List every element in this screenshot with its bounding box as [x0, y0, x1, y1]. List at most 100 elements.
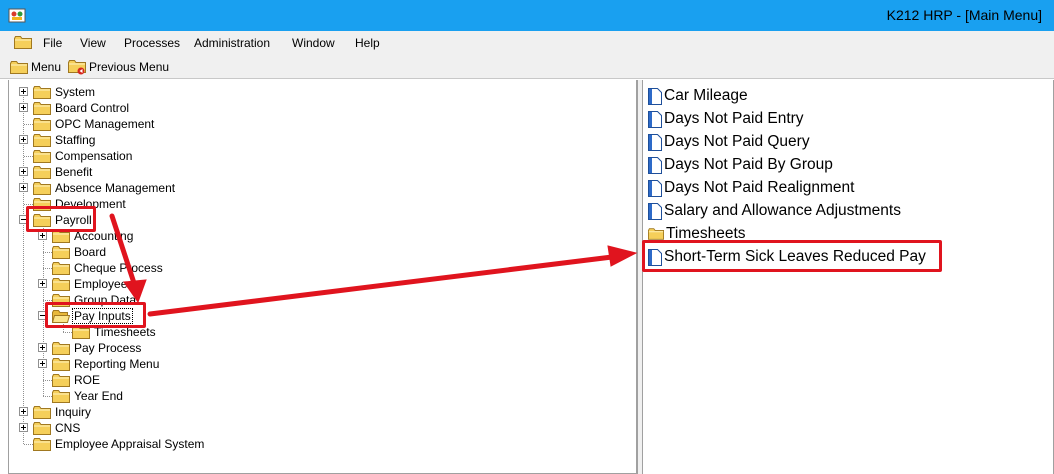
tree-item-accounting[interactable]: Accounting	[38, 228, 134, 244]
tree-item-board[interactable]: Board	[38, 244, 107, 260]
folder-icon	[648, 228, 664, 240]
document-icon	[648, 88, 662, 105]
tree-item-roe[interactable]: ROE	[38, 372, 101, 388]
folder-icon	[33, 118, 51, 131]
tree-item-label: CNS	[55, 421, 81, 435]
expand-icon[interactable]	[19, 87, 28, 96]
menu-administration[interactable]: Administration	[194, 36, 270, 50]
folder-icon	[72, 326, 90, 339]
tree-item-label: Employee Appraisal System	[55, 437, 205, 451]
folder-icon	[52, 358, 70, 371]
menu-processes[interactable]: Processes	[124, 36, 180, 50]
list-item-label: Short-Term Sick Leaves Reduced Pay	[664, 248, 926, 265]
tree-item-timesheets[interactable]: Timesheets	[58, 324, 157, 340]
title-bar: K212 HRP - [Main Menu]	[0, 0, 1054, 31]
list-item-label: Days Not Paid By Group	[664, 156, 833, 173]
folder-open-icon	[52, 310, 70, 323]
document-icon	[648, 180, 662, 197]
list-item-label: Days Not Paid Query	[664, 133, 810, 150]
folder-icon	[52, 294, 70, 307]
tree-item-label: System	[55, 85, 96, 99]
tree-item-reporting-menu[interactable]: Reporting Menu	[38, 356, 160, 372]
tree-item-compensation[interactable]: Compensation	[19, 148, 133, 164]
folder-icon	[52, 278, 70, 291]
tree-item-label: Employee	[74, 277, 128, 291]
folder-icon	[33, 86, 51, 99]
previous-menu-button-label: Previous Menu	[89, 60, 170, 74]
folder-icon	[52, 230, 70, 243]
menu-button-label: Menu	[31, 60, 62, 74]
expand-icon[interactable]	[19, 423, 28, 432]
folder-icon	[33, 214, 51, 227]
collapse-icon[interactable]	[38, 311, 47, 320]
menu-view[interactable]: View	[80, 36, 106, 50]
tree-item-payroll[interactable]: Payroll	[19, 212, 93, 228]
previous-menu-button[interactable]: Previous Menu	[68, 59, 169, 75]
menu-bar: File View Processes Administration Windo…	[0, 31, 1054, 55]
folder-icon	[33, 182, 51, 195]
tree-item-staffing[interactable]: Staffing	[19, 132, 96, 148]
folder-icon	[33, 102, 51, 115]
tree-item-inquiry[interactable]: Inquiry	[19, 404, 92, 420]
tree-item-label: Timesheets	[94, 325, 156, 339]
tree-item-pay-inputs[interactable]: Pay Inputs	[38, 308, 133, 324]
folder-back-icon	[68, 59, 86, 74]
expand-icon[interactable]	[19, 167, 28, 176]
menu-help[interactable]: Help	[355, 36, 380, 50]
expand-icon[interactable]	[38, 343, 47, 352]
tree-item-label: Group Data	[74, 293, 137, 307]
expand-icon[interactable]	[38, 231, 47, 240]
tree-item-board-control[interactable]: Board Control	[19, 100, 130, 116]
folder-icon	[10, 61, 28, 74]
expand-icon[interactable]	[19, 135, 28, 144]
collapse-icon[interactable]	[19, 215, 28, 224]
expand-icon[interactable]	[19, 183, 28, 192]
menu-file[interactable]: File	[43, 36, 62, 50]
folder-icon	[33, 438, 51, 451]
list-item-car-mileage[interactable]: Car Mileage	[648, 85, 748, 107]
list-item-days-not-paid-realignment[interactable]: Days Not Paid Realignment	[648, 177, 854, 199]
list-item-salary-and-allowance-adjustments[interactable]: Salary and Allowance Adjustments	[648, 200, 901, 222]
tree-item-cheque-process[interactable]: Cheque Process	[38, 260, 164, 276]
tree-item-label: Pay Process	[74, 341, 142, 355]
list-item-days-not-paid-query[interactable]: Days Not Paid Query	[648, 131, 810, 153]
list-item-timesheets[interactable]: Timesheets	[648, 223, 746, 245]
tree-item-employee-appraisal-system[interactable]: Employee Appraisal System	[19, 436, 205, 452]
expand-icon[interactable]	[38, 279, 47, 288]
expand-icon[interactable]	[19, 103, 28, 112]
tree-item-label: Reporting Menu	[74, 357, 160, 371]
tree-item-absence-management[interactable]: Absence Management	[19, 180, 176, 196]
list-item-days-not-paid-entry[interactable]: Days Not Paid Entry	[648, 108, 804, 130]
tree-item-development[interactable]: Development	[19, 196, 127, 212]
tree-item-label: Board	[74, 245, 107, 259]
tree-item-pay-process[interactable]: Pay Process	[38, 340, 142, 356]
tree-item-system[interactable]: System	[19, 84, 96, 100]
list-item-days-not-paid-by-group[interactable]: Days Not Paid By Group	[648, 154, 833, 176]
menu-button[interactable]: Menu	[10, 59, 61, 75]
tree-item-opc-management[interactable]: OPC Management	[19, 116, 155, 132]
list-item-short-term-sick-leaves-reduced-pay[interactable]: Short-Term Sick Leaves Reduced Pay	[648, 246, 926, 268]
expand-icon[interactable]	[38, 359, 47, 368]
tree-item-employee[interactable]: Employee	[38, 276, 128, 292]
app-icon[interactable]	[8, 6, 26, 24]
expand-icon[interactable]	[19, 407, 28, 416]
tree-item-label: Accounting	[74, 229, 134, 243]
tree-item-cns[interactable]: CNS	[19, 420, 81, 436]
folder-icon	[52, 390, 70, 403]
tree-item-label: Pay Inputs	[72, 308, 133, 324]
list-item-label: Days Not Paid Entry	[664, 110, 804, 127]
tree-item-group-data[interactable]: Group Data	[38, 292, 137, 308]
folder-icon	[33, 198, 51, 211]
document-icon	[648, 249, 662, 266]
list-item-label: Days Not Paid Realignment	[664, 179, 855, 196]
menu-window[interactable]: Window	[292, 36, 335, 50]
list-item-label: Salary and Allowance Adjustments	[664, 202, 901, 219]
tree-item-year-end[interactable]: Year End	[38, 388, 124, 404]
child-window-folder-icon[interactable]	[14, 36, 32, 49]
tree-item-benefit[interactable]: Benefit	[19, 164, 93, 180]
tree-item-label: ROE	[74, 373, 101, 387]
tree-item-label: Absence Management	[55, 181, 176, 195]
document-icon	[648, 157, 662, 174]
tree-item-label: Development	[55, 197, 126, 211]
tree-item-label: Compensation	[55, 149, 133, 163]
